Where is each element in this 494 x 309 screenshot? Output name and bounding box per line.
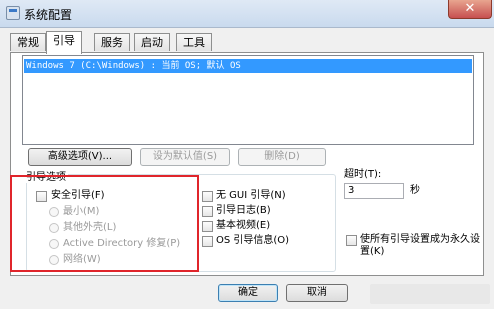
base-video-checkbox[interactable] — [202, 221, 213, 232]
tab-boot[interactable]: 引导 — [46, 31, 82, 54]
cancel-button[interactable]: 取消 — [286, 284, 348, 302]
title-bar[interactable]: 系统配置 ✕ — [0, 0, 494, 28]
watermark-overlay — [370, 284, 490, 304]
make-permanent-label: 使所有引导设置成为永久设置(K) — [360, 234, 480, 257]
boot-log-label: 引导日志(B) — [216, 205, 271, 216]
timeout-unit-label: 秒 — [410, 185, 420, 196]
set-as-default-button[interactable]: 设为默认值(S) — [140, 148, 230, 166]
tab-startup[interactable]: 启动 — [134, 33, 170, 51]
tab-services[interactable]: 服务 — [94, 33, 130, 51]
timeout-input[interactable]: 3 — [344, 183, 404, 199]
timeout-label: 超时(T): — [344, 169, 382, 180]
close-button[interactable]: ✕ — [448, 0, 492, 19]
red-annotation-box — [10, 175, 199, 272]
base-video-label: 基本视频(E) — [216, 220, 271, 231]
ok-button[interactable]: 确定 — [218, 284, 278, 302]
make-permanent-checkbox[interactable] — [346, 235, 357, 246]
advanced-options-button[interactable]: 高级选项(V)... — [28, 148, 132, 166]
no-gui-boot-label: 无 GUI 引导(N) — [216, 190, 286, 201]
os-list-item[interactable]: Windows 7 (C:\Windows) : 当前 OS; 默认 OS — [24, 59, 472, 73]
system-configuration-window: 系统配置 ✕ 常规 引导 服务 启动 工具 Windows 7 (C:\Wind… — [0, 0, 494, 309]
tab-general[interactable]: 常规 — [10, 33, 46, 51]
msconfig-icon — [6, 6, 20, 20]
delete-button[interactable]: 删除(D) — [238, 148, 326, 166]
window-title: 系统配置 — [24, 8, 73, 22]
os-list[interactable]: Windows 7 (C:\Windows) : 当前 OS; 默认 OS — [22, 55, 474, 145]
tab-tools[interactable]: 工具 — [176, 33, 212, 51]
os-boot-info-label: OS 引导信息(O) — [216, 235, 290, 246]
no-gui-boot-checkbox[interactable] — [202, 191, 213, 202]
boot-log-checkbox[interactable] — [202, 206, 213, 217]
os-boot-info-checkbox[interactable] — [202, 236, 213, 247]
